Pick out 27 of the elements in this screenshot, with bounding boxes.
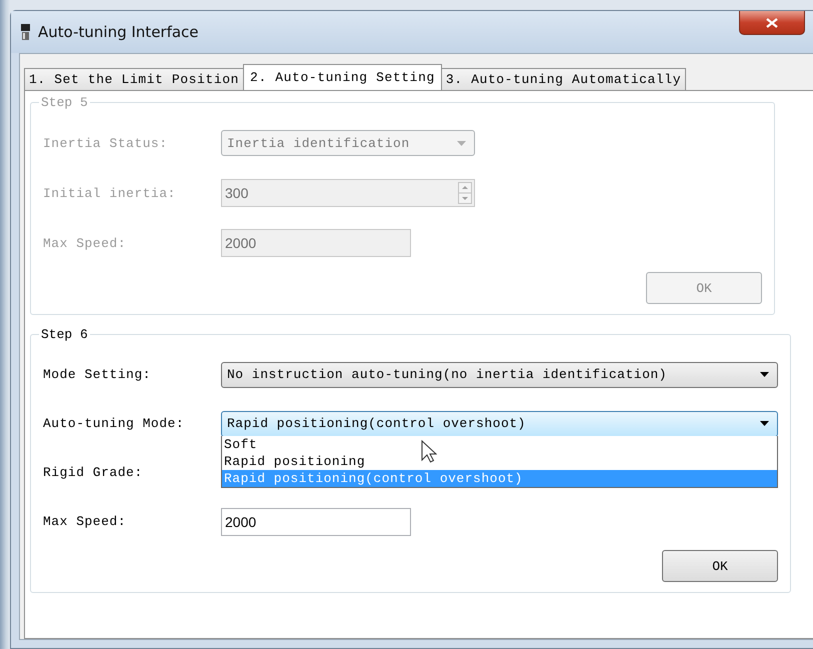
input-field[interactable]: 2000 [221,508,411,536]
group-title: Step 5 [40,95,89,110]
close-icon [766,18,778,28]
dropdown[interactable]: Rapid positioning(control overshoot) [221,410,778,436]
field-label: Mode Setting: [43,367,152,382]
field-label: Inertia Status: [43,136,169,150]
dropdown-option[interactable]: Soft [222,436,777,453]
mouse-pointer-icon [421,440,437,464]
tab[interactable]: 2. Auto-tuning Setting [243,64,442,90]
dropdown-option[interactable]: Rapid positioning [222,453,777,470]
field-label: Rigid Grade: [43,465,144,480]
field-label: Max Speed: [43,236,128,250]
field-label: Auto-tuning Mode: [43,416,186,431]
dropdown[interactable]: No instruction auto-tuning(no inertia identification) [221,362,778,388]
dropdown-arrow-icon [760,372,769,377]
dropdown-arrow-icon [457,140,466,146]
tab[interactable]: 3. Auto-tuning Automatically [440,68,686,90]
ok-button[interactable]: OK [662,550,778,582]
app-icon [21,24,30,40]
group-title: Step 6 [40,327,89,342]
spinner-arrows-icon [458,182,472,204]
close-button[interactable] [739,11,805,35]
dropdown-arrow-icon [760,421,769,426]
field-label: Initial inertia: [43,186,177,200]
window-title: Auto-tuning Interface [38,23,199,41]
field-label: Max Speed: [43,514,128,529]
tab[interactable]: 1. Set the Limit Position [24,68,244,90]
